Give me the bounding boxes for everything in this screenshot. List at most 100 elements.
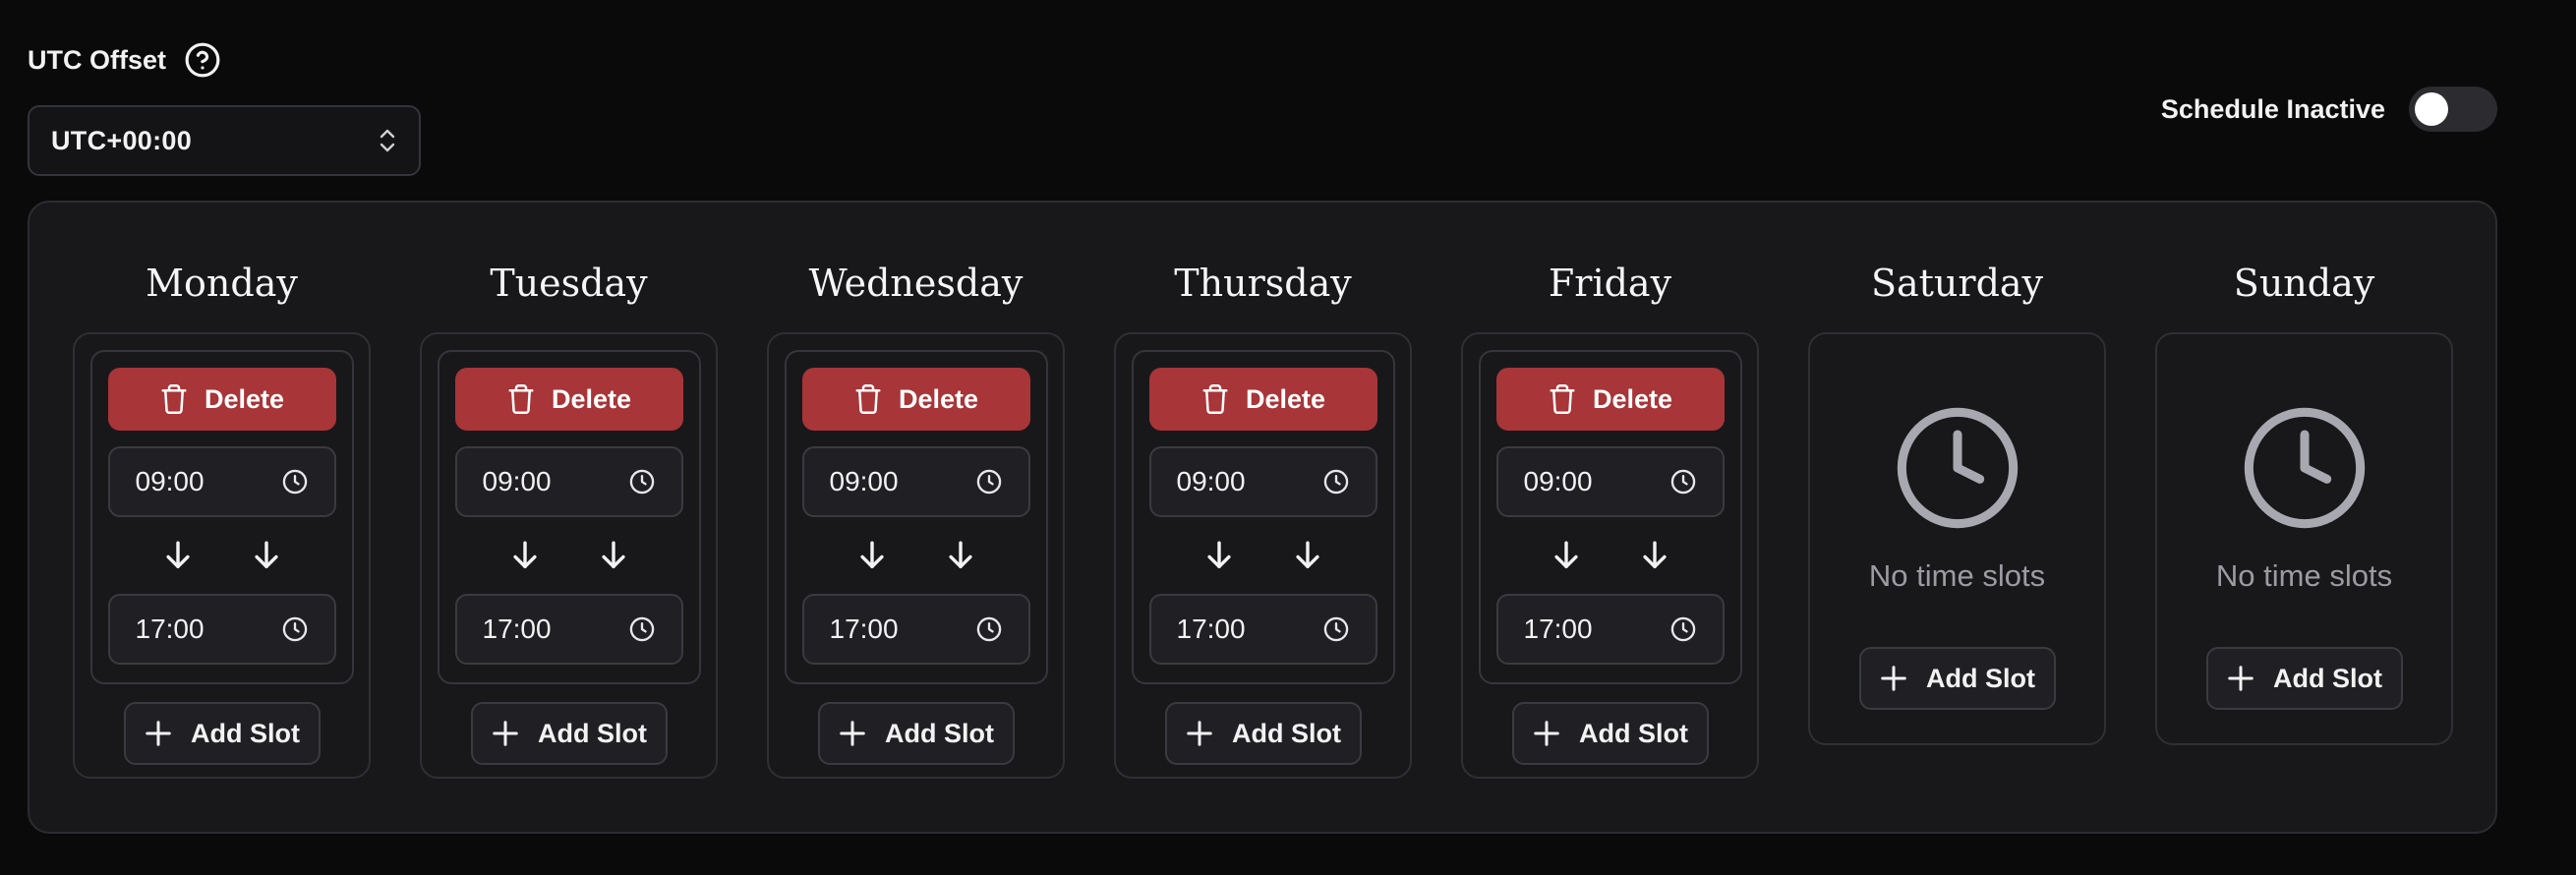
day-name: Sunday — [2233, 262, 2375, 305]
day-slots-box: Delete 09:00 17:00 Add Slot — [1461, 332, 1759, 779]
delete-label: Delete — [1592, 383, 1673, 414]
clock-icon — [975, 615, 1003, 643]
day-slots-box: Delete 09:00 17:00 Add Slot — [73, 332, 371, 779]
end-time-input[interactable]: 17:00 — [1148, 594, 1377, 665]
arrow-down-icon — [250, 539, 283, 572]
delete-label: Delete — [1245, 383, 1326, 414]
delete-slot-button[interactable]: Delete — [1495, 368, 1725, 431]
arrow-down-icon — [944, 539, 977, 572]
arrow-down-icon — [855, 539, 889, 572]
end-time-input[interactable]: 17:00 — [1495, 594, 1725, 665]
chevrons-up-down-icon — [376, 125, 399, 156]
start-time-value: 09:00 — [135, 466, 205, 496]
end-time-input[interactable]: 17:00 — [454, 594, 683, 665]
toggle-knob — [2415, 92, 2448, 126]
start-time-value: 09:00 — [482, 466, 552, 496]
start-time-input[interactable]: 09:00 — [454, 446, 683, 517]
clock-icon — [281, 468, 309, 496]
start-time-input[interactable]: 09:00 — [1495, 446, 1725, 517]
delete-label: Delete — [551, 383, 632, 414]
add-slot-button[interactable]: Add Slot — [1164, 702, 1362, 765]
arrow-down-icon — [1638, 539, 1671, 572]
start-time-input[interactable]: 09:00 — [1148, 446, 1377, 517]
add-slot-button[interactable]: Add Slot — [470, 702, 668, 765]
day-column-saturday: Saturday No time slots Add Slot — [1808, 203, 2106, 779]
arrow-down-icon — [508, 539, 542, 572]
clock-icon — [1322, 615, 1350, 643]
plus-icon — [1532, 719, 1561, 748]
end-time-value: 17:00 — [135, 613, 205, 644]
delete-slot-button[interactable]: Delete — [801, 368, 1030, 431]
delete-slot-button[interactable]: Delete — [107, 368, 336, 431]
add-slot-label: Add Slot — [191, 718, 300, 748]
add-slot-button[interactable]: Add Slot — [123, 702, 321, 765]
arrow-down-icon — [1291, 539, 1324, 572]
utc-offset-select[interactable]: UTC+00:00 — [28, 105, 421, 176]
arrow-down-icon — [1202, 539, 1236, 572]
day-name: Tuesday — [490, 262, 648, 305]
schedule-status: Schedule Inactive — [2161, 87, 2497, 132]
day-name: Monday — [146, 262, 298, 305]
end-time-value: 17:00 — [1523, 613, 1593, 644]
start-time-value: 09:00 — [1523, 466, 1593, 496]
time-range-arrows — [802, 523, 1030, 588]
clock-icon — [1669, 615, 1697, 643]
utc-offset-header: UTC Offset — [28, 41, 221, 79]
add-slot-label: Add Slot — [1579, 718, 1688, 748]
add-slot-button[interactable]: Add Slot — [1511, 702, 1709, 765]
trash-icon — [159, 382, 189, 416]
delete-slot-button[interactable]: Delete — [454, 368, 683, 431]
add-slot-label: Add Slot — [538, 718, 647, 748]
plus-icon — [2226, 664, 2255, 693]
time-slot-card: Delete 09:00 17:00 — [89, 350, 354, 684]
day-column-wednesday: Wednesday Delete 09:00 17:00 Add Slot — [767, 203, 1065, 779]
clock-icon — [1891, 401, 2024, 535]
utc-offset-label: UTC Offset — [28, 44, 166, 75]
no-time-slots-text: No time slots — [1868, 558, 2046, 593]
day-slots-box: Delete 09:00 17:00 Add Slot — [1114, 332, 1412, 779]
plus-icon — [1185, 719, 1214, 748]
weekly-schedule-panel: Monday Delete 09:00 17:00 Add Slot Tuesday… — [28, 201, 2497, 834]
clock-icon — [975, 468, 1003, 496]
time-slot-card: Delete 09:00 17:00 — [437, 350, 701, 684]
clock-icon — [1322, 468, 1350, 496]
add-slot-label: Add Slot — [885, 718, 994, 748]
time-slot-card: Delete 09:00 17:00 — [1478, 350, 1742, 684]
day-name: Thursday — [1174, 262, 1352, 305]
day-column-thursday: Thursday Delete 09:00 17:00 Add Slot — [1114, 203, 1412, 779]
add-slot-label: Add Slot — [1926, 663, 2035, 693]
end-time-value: 17:00 — [482, 613, 552, 644]
arrow-down-icon — [161, 539, 195, 572]
clock-icon — [281, 615, 309, 643]
time-slot-card: Delete 09:00 17:00 — [1131, 350, 1395, 684]
day-slots-box: No time slots Add Slot — [2155, 332, 2453, 745]
add-slot-button[interactable]: Add Slot — [817, 702, 1015, 765]
clock-icon — [628, 468, 656, 496]
trash-icon — [506, 382, 536, 416]
add-slot-label: Add Slot — [1232, 718, 1341, 748]
schedule-toggle[interactable] — [2409, 87, 2497, 132]
schedule-status-label: Schedule Inactive — [2160, 93, 2385, 124]
day-column-tuesday: Tuesday Delete 09:00 17:00 Add Slot — [420, 203, 718, 779]
plus-icon — [491, 719, 520, 748]
day-column-monday: Monday Delete 09:00 17:00 Add Slot — [73, 203, 371, 779]
start-time-value: 09:00 — [829, 466, 899, 496]
start-time-input[interactable]: 09:00 — [107, 446, 336, 517]
clock-icon — [1669, 468, 1697, 496]
add-slot-button[interactable]: Add Slot — [1858, 647, 2056, 710]
time-slot-card: Delete 09:00 17:00 — [784, 350, 1048, 684]
clock-icon — [628, 615, 656, 643]
day-slots-box: Delete 09:00 17:00 Add Slot — [420, 332, 718, 779]
plus-icon — [144, 719, 173, 748]
arrow-down-icon — [597, 539, 630, 572]
help-circle-icon[interactable] — [184, 41, 221, 79]
utc-offset-value: UTC+00:00 — [51, 125, 193, 155]
delete-slot-button[interactable]: Delete — [1148, 368, 1377, 431]
end-time-input[interactable]: 17:00 — [801, 594, 1030, 665]
plus-icon — [1879, 664, 1908, 693]
add-slot-button[interactable]: Add Slot — [2205, 647, 2403, 710]
start-time-input[interactable]: 09:00 — [801, 446, 1030, 517]
end-time-value: 17:00 — [829, 613, 899, 644]
add-slot-label: Add Slot — [2273, 663, 2382, 693]
end-time-input[interactable]: 17:00 — [107, 594, 336, 665]
